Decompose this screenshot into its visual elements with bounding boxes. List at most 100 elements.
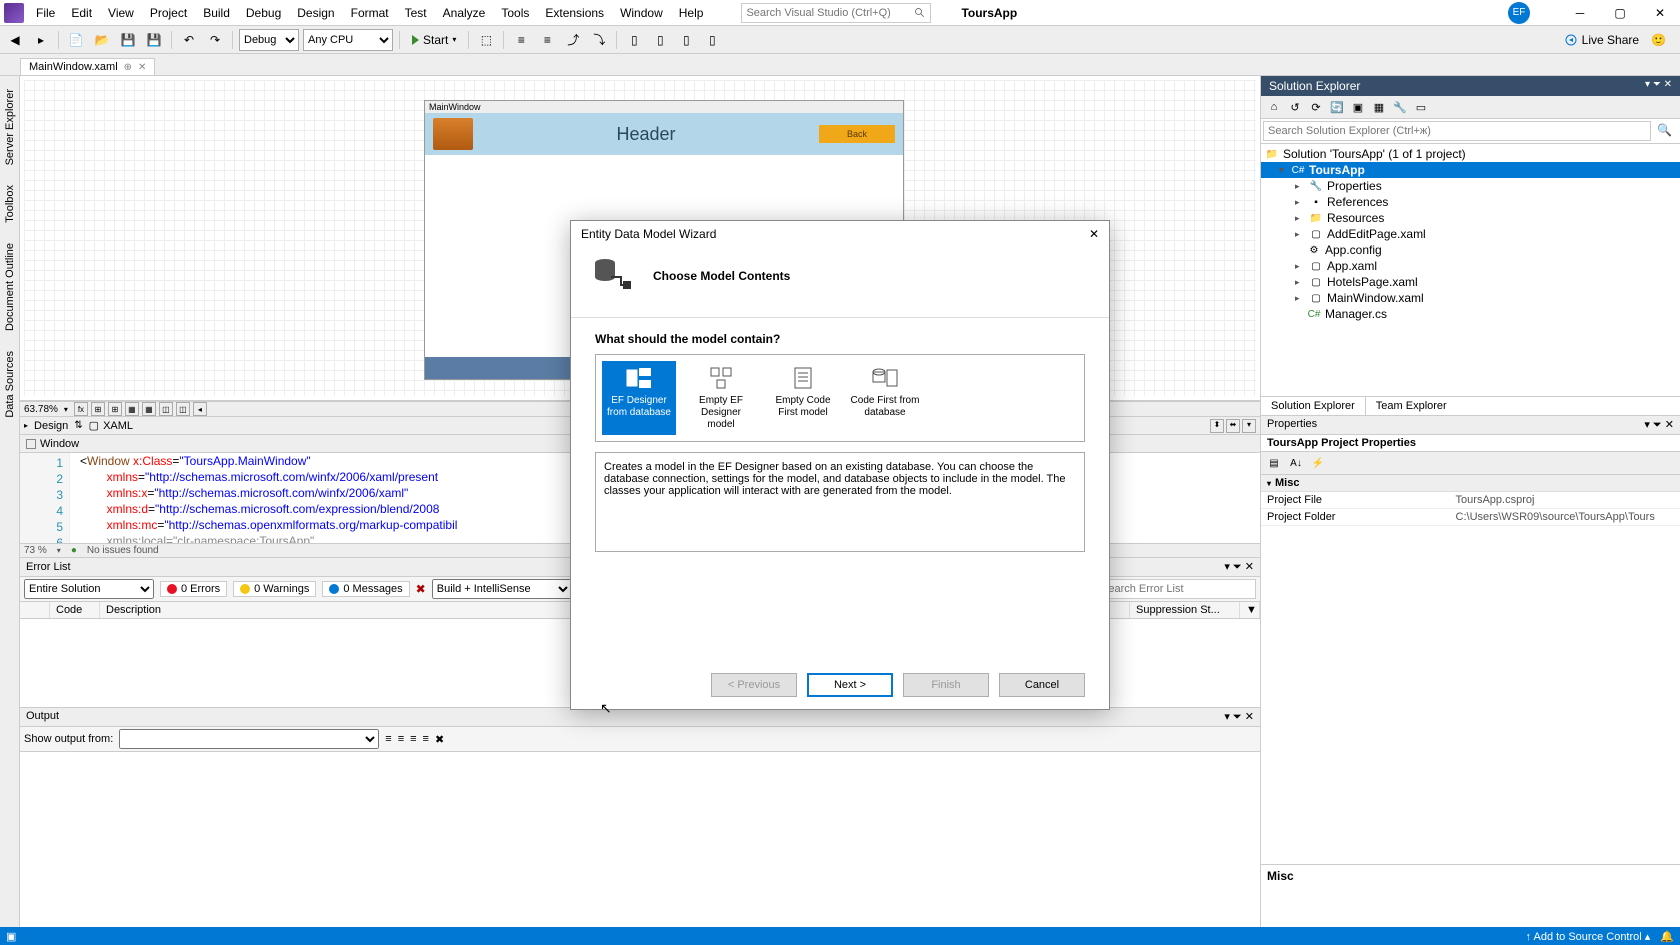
solution-node[interactable]: Solution 'ToursApp' (1 of 1 project) — [1283, 147, 1466, 161]
cancel-button[interactable]: Cancel — [999, 673, 1085, 697]
tree-item[interactable]: App.xaml — [1327, 259, 1377, 273]
tab-team-explorer[interactable]: Team Explorer — [1366, 397, 1457, 415]
prop-category[interactable]: Misc — [1275, 477, 1299, 489]
nav-back-button[interactable]: ◀ — [4, 29, 26, 51]
output-btn-5[interactable]: ✖ — [435, 733, 444, 746]
output-body[interactable] — [20, 752, 1260, 927]
maximize-button[interactable]: ▢ — [1600, 0, 1640, 26]
scope-dropdown[interactable]: Entire Solution — [24, 579, 154, 599]
ruler-icon[interactable]: ◫ — [159, 402, 173, 416]
close-tab-icon[interactable]: ✕ — [138, 62, 146, 73]
start-debug-button[interactable]: Start ▾ — [406, 29, 462, 51]
toolbar-btn-3[interactable]: ≡ — [536, 29, 558, 51]
tree-item[interactable]: Resources — [1327, 211, 1384, 225]
snap-icon[interactable]: ▦ — [125, 402, 139, 416]
quick-launch-input[interactable] — [746, 7, 914, 19]
menu-edit[interactable]: Edit — [63, 2, 100, 24]
output-btn-1[interactable]: ≡ — [385, 733, 391, 745]
quick-launch[interactable] — [741, 3, 931, 23]
next-button[interactable]: Next > — [807, 673, 893, 697]
solexp-search-input[interactable] — [1263, 121, 1651, 141]
notifications-icon[interactable]: 🔔 — [1660, 930, 1674, 943]
tab-solution-explorer[interactable]: Solution Explorer — [1261, 397, 1366, 415]
redo-button[interactable]: ↷ — [204, 29, 226, 51]
solexp-collapse-icon[interactable]: ▣ — [1349, 98, 1367, 116]
new-project-button[interactable]: 📄 — [65, 29, 87, 51]
user-avatar[interactable]: EF — [1508, 2, 1530, 24]
warnings-filter[interactable]: 0 Warnings — [233, 581, 316, 597]
grid2-icon[interactable]: ⊞ — [108, 402, 122, 416]
undo-button[interactable]: ↶ — [178, 29, 200, 51]
snap2-icon[interactable]: ▦ — [142, 402, 156, 416]
save-all-button[interactable]: 💾 — [143, 29, 165, 51]
toolbar-btn-5[interactable]: ⤵ — [588, 29, 610, 51]
tree-item[interactable]: References — [1327, 195, 1388, 209]
menu-analyze[interactable]: Analyze — [435, 2, 494, 24]
split-h-icon[interactable]: ⬍ — [1210, 419, 1224, 433]
menu-help[interactable]: Help — [671, 2, 712, 24]
menu-build[interactable]: Build — [195, 2, 238, 24]
output-btn-2[interactable]: ≡ — [398, 733, 404, 745]
menu-view[interactable]: View — [100, 2, 142, 24]
collapse-icon[interactable]: ▾ — [1242, 419, 1256, 433]
zoom-level[interactable]: 63.78% — [24, 404, 58, 415]
tab-mainwindow[interactable]: MainWindow.xaml ⊕ ✕ — [20, 58, 155, 75]
tree-item[interactable]: Manager.cs — [1325, 307, 1387, 321]
toolbar-btn-8[interactable]: ▯ — [675, 29, 697, 51]
split-v-icon[interactable]: ⬌ — [1226, 419, 1240, 433]
solexp-home-icon[interactable]: ⌂ — [1265, 98, 1283, 116]
toolbar-btn-9[interactable]: ▯ — [701, 29, 723, 51]
option-empty-ef-designer[interactable]: Empty EF Designer model — [684, 361, 758, 435]
solexp-sync-icon[interactable]: ⟳ — [1307, 98, 1325, 116]
toolbar-btn-4[interactable]: ⤴ — [562, 29, 584, 51]
vtab-data-sources[interactable]: Data Sources — [1, 342, 19, 427]
toolbar-btn-2[interactable]: ≡ — [510, 29, 532, 51]
output-btn-3[interactable]: ≡ — [410, 733, 416, 745]
design-tab-button[interactable]: Design — [34, 420, 68, 432]
menu-project[interactable]: Project — [142, 2, 195, 24]
menu-test[interactable]: Test — [397, 2, 435, 24]
menu-design[interactable]: Design — [289, 2, 342, 24]
xaml-tab-button[interactable]: ▢XAML — [89, 419, 133, 432]
option-code-first-from-db[interactable]: Code First from database — [848, 361, 922, 435]
messages-filter[interactable]: 0 Messages — [322, 581, 409, 597]
props-az-icon[interactable]: A↓ — [1287, 454, 1305, 472]
design-back-button[interactable]: Back — [819, 125, 895, 143]
toolbar-btn-1[interactable]: ⬚ — [475, 29, 497, 51]
menu-format[interactable]: Format — [343, 2, 397, 24]
tree-item[interactable]: Properties — [1327, 179, 1382, 193]
toolbar-btn-6[interactable]: ▯ — [623, 29, 645, 51]
menu-window[interactable]: Window — [612, 2, 671, 24]
props-events-icon[interactable]: ⚡ — [1309, 454, 1327, 472]
errors-filter[interactable]: 0 Errors — [160, 581, 227, 597]
error-search-input[interactable] — [1096, 579, 1256, 599]
menu-tools[interactable]: Tools — [493, 2, 537, 24]
config-dropdown[interactable]: Debug — [239, 29, 299, 51]
project-node[interactable]: ToursApp — [1309, 163, 1365, 177]
prop-row[interactable]: Project FileToursApp.csproj — [1261, 492, 1680, 509]
menu-extensions[interactable]: Extensions — [537, 2, 612, 24]
arrow-icon[interactable]: ◂ — [193, 402, 207, 416]
solexp-back-icon[interactable]: ↺ — [1286, 98, 1304, 116]
option-empty-code-first[interactable]: Empty Code First model — [766, 361, 840, 435]
vtab-toolbox[interactable]: Toolbox — [1, 176, 19, 232]
vtab-server-explorer[interactable]: Server Explorer — [1, 80, 19, 174]
dialog-close-button[interactable]: ✕ — [1089, 227, 1099, 241]
solexp-preview-icon[interactable]: ▭ — [1412, 98, 1430, 116]
filter-x-icon[interactable]: ✖ — [416, 582, 426, 596]
grid-icon[interactable]: ⊞ — [91, 402, 105, 416]
props-cat-icon[interactable]: ▤ — [1265, 454, 1283, 472]
tree-item[interactable]: MainWindow.xaml — [1327, 291, 1424, 305]
prop-row[interactable]: Project FolderC:\Users\WSR09\source\Tour… — [1261, 509, 1680, 526]
add-source-control[interactable]: ↑ Add to Source Control ▴ — [1526, 930, 1651, 943]
element-dropdown[interactable]: Window — [40, 438, 79, 450]
platform-dropdown[interactable]: Any CPU — [303, 29, 393, 51]
option-ef-designer-from-db[interactable]: EF Designer from database — [602, 361, 676, 435]
menu-file[interactable]: File — [28, 2, 63, 24]
tree-item[interactable]: HotelsPage.xaml — [1327, 275, 1418, 289]
mode-dropdown[interactable]: Build + IntelliSense — [432, 579, 572, 599]
tree-item[interactable]: App.config — [1325, 243, 1382, 257]
solexp-showall-icon[interactable]: ▦ — [1370, 98, 1388, 116]
solexp-refresh-icon[interactable]: 🔄 — [1328, 98, 1346, 116]
solexp-props-icon[interactable]: 🔧 — [1391, 98, 1409, 116]
